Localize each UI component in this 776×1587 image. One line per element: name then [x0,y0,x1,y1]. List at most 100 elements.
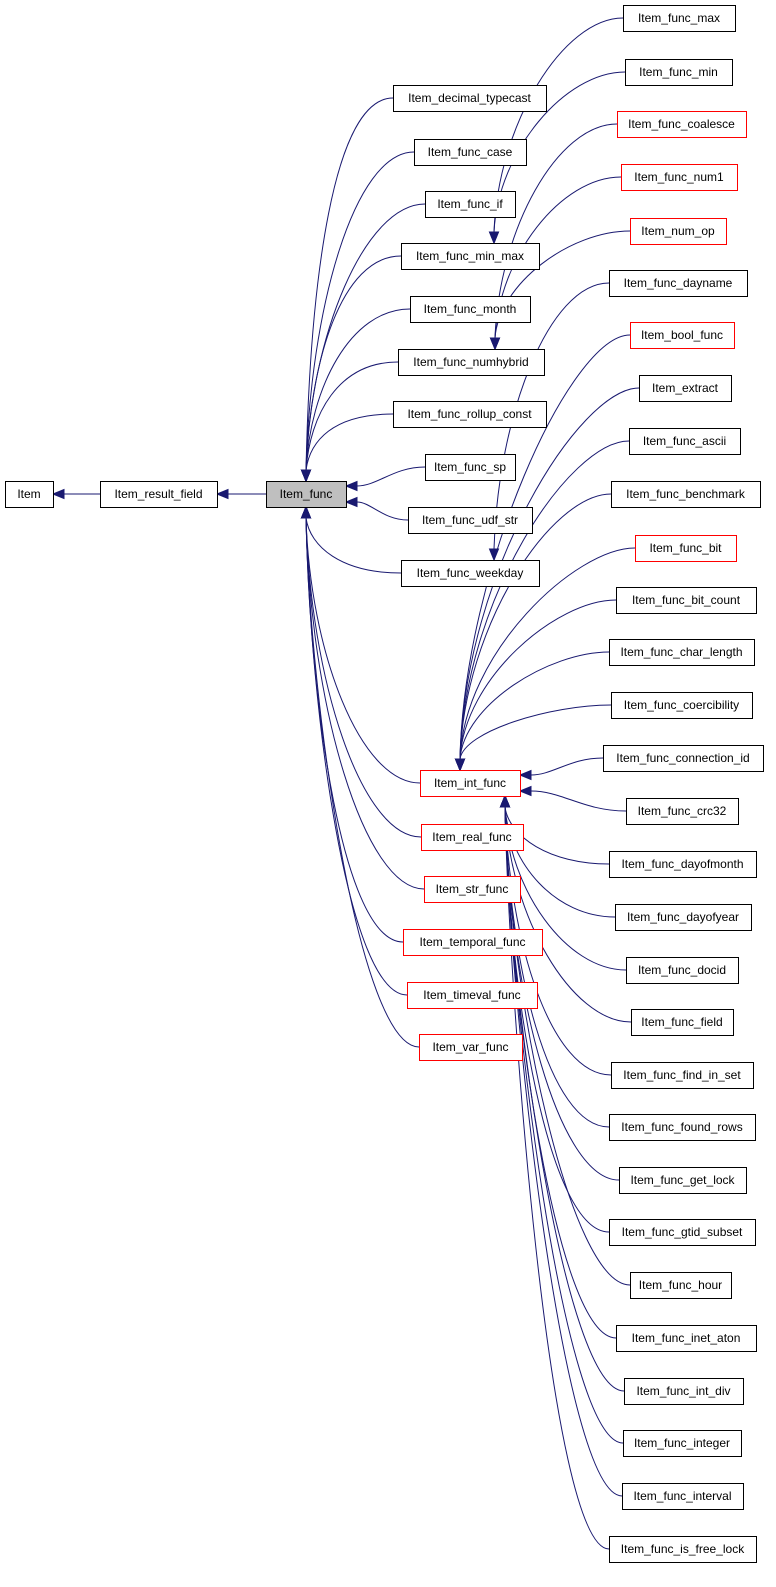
class-node-item-func-ascii[interactable]: Item_func_ascii [629,428,741,455]
class-node-item-func-sp[interactable]: Item_func_sp [425,454,516,481]
edge-line [305,361,399,471]
inheritance-edge [344,496,409,521]
node-label: Item_func_interval [633,1489,731,1503]
class-node-item-func-benchmark[interactable]: Item_func_benchmark [611,481,761,508]
node-label: Item_func_benchmark [626,487,746,501]
edge-line [305,308,411,471]
inheritance-edge [300,255,402,483]
edge-line [459,651,610,760]
class-node-item-timeval-func[interactable]: Item_timeval_func [407,982,538,1009]
class-node-item-func-field[interactable]: Item_func_field [631,1009,734,1036]
class-node-item-func-is-free-lock[interactable]: Item_func_is_free_lock [609,1536,757,1563]
node-label: Item_bool_func [641,328,723,342]
edge-line [305,413,394,471]
class-node-item-func-if[interactable]: Item_func_if [425,191,516,218]
node-label: Item_func_dayname [624,276,733,290]
node-label: Item_func_find_in_set [623,1068,741,1082]
class-node-item-func-int-div[interactable]: Item_func_int_div [624,1378,744,1405]
class-node-item-func-min-max[interactable]: Item_func_min_max [401,243,540,270]
class-node-item-result-field[interactable]: Item_result_field [100,481,218,508]
edge-line [504,806,616,918]
node-label: Item_func_dayofyear [627,910,739,924]
class-node-item-func-bit-count[interactable]: Item_func_bit_count [616,587,757,614]
class-node-item-extract[interactable]: Item_extract [639,375,732,402]
inheritance-edge [344,466,426,492]
class-node-item-func-dayofyear[interactable]: Item_func_dayofyear [615,904,752,931]
arrowhead-icon [518,769,532,781]
class-node-item[interactable]: Item [5,481,54,508]
class-node-item-func-inet-aton[interactable]: Item_func_inet_aton [616,1325,757,1352]
node-label: Item_func_numhybrid [413,355,528,369]
class-node-item-func-case[interactable]: Item_func_case [414,139,527,166]
arrowhead-icon [518,785,532,797]
class-node-item-func-weekday[interactable]: Item_func_weekday [401,560,540,587]
class-node-item-decimal-typecast[interactable]: Item_decimal_typecast [393,85,547,112]
class-node-item-func-num1[interactable]: Item_func_num1 [621,164,738,191]
node-label: Item_func_if [437,197,503,211]
class-node-item-func-bit[interactable]: Item_func_bit [635,535,737,562]
edges-layer [51,17,640,1550]
arrowhead-icon [488,231,500,245]
node-label: Item_func_docid [638,963,726,977]
inheritance-edge [51,488,100,500]
class-node-item-func-max[interactable]: Item_func_max [623,5,736,32]
node-label: Item_func_get_lock [630,1173,735,1187]
class-node-item-num-op[interactable]: Item_num_op [630,218,727,245]
node-label: Item_func_bit_count [632,593,741,607]
arrowhead-icon [344,496,358,508]
class-node-item-func-dayname[interactable]: Item_func_dayname [609,270,748,297]
node-label: Item_func_hour [639,1278,722,1292]
class-node-item-func-coercibility[interactable]: Item_func_coercibility [611,692,753,719]
edge-line [504,806,610,1128]
arrowhead-icon [499,794,511,808]
node-label: Item_func_int_div [636,1384,730,1398]
arrowhead-icon [344,480,358,492]
nodes-layer: Item Item_result_field Item_func Item_decim… [5,5,764,1563]
edge-line [356,466,426,487]
arrowhead-icon [300,505,312,519]
node-label: Item_func_sp [434,460,506,474]
class-node-item-int-func[interactable]: Item_int_func [420,770,521,797]
inheritance-edge [454,651,610,772]
class-node-item-bool-func[interactable]: Item_bool_func [630,322,735,349]
arrowhead-icon [215,488,229,500]
node-label: Item_decimal_typecast [408,91,531,105]
class-node-item-func-find-in-set[interactable]: Item_func_find_in_set [611,1062,754,1089]
class-node-item-func-coalesce[interactable]: Item_func_coalesce [617,111,747,138]
edge-line [530,790,627,812]
class-node-item-func-gtid-subset[interactable]: Item_func_gtid_subset [609,1219,756,1246]
class-node-item-func-connection-id[interactable]: Item_func_connection_id [603,745,764,772]
inheritance-edge [300,505,420,1048]
class-node-item-str-func[interactable]: Item_str_func [424,876,521,903]
class-node-item-func-rollup-const[interactable]: Item_func_rollup_const [393,401,547,428]
class-node-item-func-char-length[interactable]: Item_func_char_length [609,639,755,666]
class-node-item-func-month[interactable]: Item_func_month [410,296,531,323]
inheritance-edge [518,757,604,781]
node-label: Item_func_max [638,11,720,25]
edge-line [504,806,617,1339]
node-label: Item_extract [652,381,719,395]
class-node-item-func-numhybrid[interactable]: Item_func_numhybrid [398,349,545,376]
node-label: Item_var_func [432,1040,508,1054]
class-node-item-func-found-rows[interactable]: Item_func_found_rows [609,1114,756,1141]
edge-line [504,806,625,1392]
node-label: Item_func_coercibility [624,698,739,712]
edge-line [305,517,404,943]
class-node-item-func-get-lock[interactable]: Item_func_get_lock [619,1167,747,1194]
inheritance-edge [518,785,627,812]
edge-line [459,440,630,760]
class-node-item-real-func[interactable]: Item_real_func [421,824,524,851]
class-node-item-func-crc32[interactable]: Item_func_crc32 [626,798,739,825]
class-node-item-func-integer[interactable]: Item_func_integer [623,1430,742,1457]
inheritance-edge [454,704,612,772]
class-node-item-func-min[interactable]: Item_func_min [625,59,733,86]
class-node-item-func-hour[interactable]: Item_func_hour [630,1272,732,1299]
node-label: Item_func_rollup_const [407,407,532,421]
inheritance-edge [499,794,610,1550]
class-node-item-func-interval[interactable]: Item_func_interval [622,1483,744,1510]
class-node-item-func-docid[interactable]: Item_func_docid [626,957,739,984]
class-node-item-temporal-func[interactable]: Item_temporal_func [403,929,543,956]
class-node-item-func-udf-str[interactable]: Item_func_udf_str [408,507,533,534]
class-node-item-var-func[interactable]: Item_var_func [419,1034,523,1061]
class-node-item-func-dayofmonth[interactable]: Item_func_dayofmonth [609,851,757,878]
